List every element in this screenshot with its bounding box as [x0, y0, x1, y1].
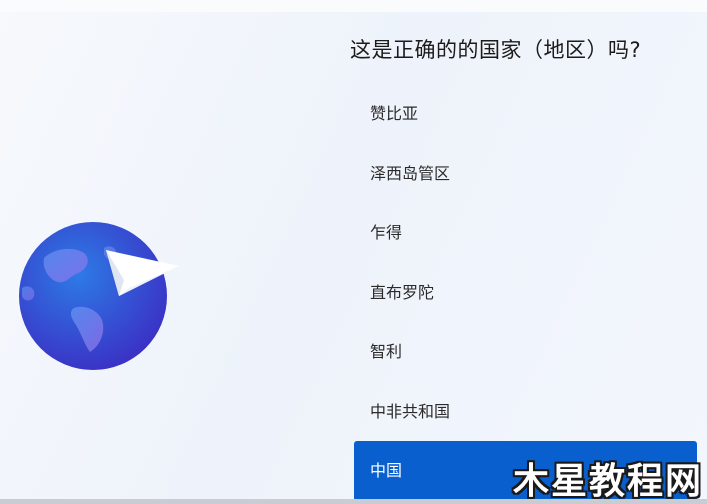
- globe-paper-plane-icon: [14, 218, 184, 378]
- top-strip: [0, 0, 707, 12]
- watermark-logo: 木星教程网: [512, 461, 703, 502]
- region-option[interactable]: 智利: [354, 322, 697, 382]
- region-option[interactable]: 中非共和国: [354, 382, 697, 442]
- region-option[interactable]: 赞比亚: [354, 84, 697, 144]
- region-option[interactable]: 乍得: [354, 203, 697, 263]
- region-option[interactable]: 泽西岛管区: [354, 144, 697, 204]
- page-title: 这是正确的的国家（地区）吗?: [350, 38, 642, 62]
- region-option[interactable]: 直布罗陀: [354, 263, 697, 323]
- region-list[interactable]: 赞比亚 泽西岛管区 乍得 直布罗陀 智利 中非共和国 中国: [354, 84, 697, 504]
